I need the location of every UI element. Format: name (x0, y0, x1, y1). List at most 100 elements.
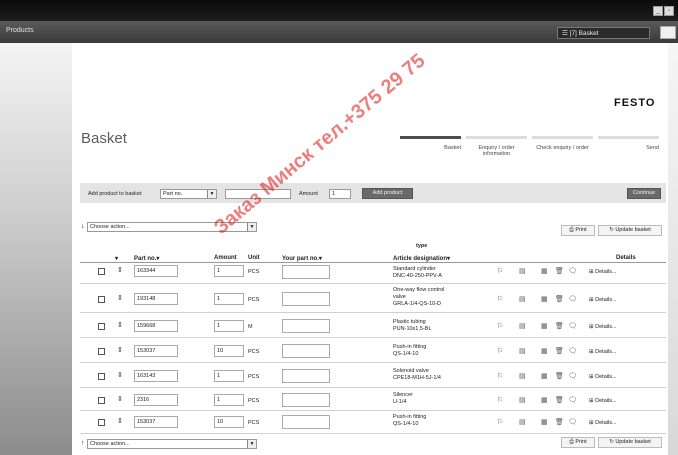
part-no-field[interactable]: 153037 (134, 345, 178, 357)
comment-icon[interactable]: 🗨 (568, 373, 577, 380)
nav-products[interactable]: Products (6, 27, 34, 34)
update-basket-button-top[interactable]: ↻ Update basket (598, 225, 662, 236)
row-checkbox[interactable] (98, 296, 105, 303)
your-part-no-field[interactable] (282, 319, 330, 333)
sort-arrow-icon[interactable]: ▾ (115, 255, 118, 262)
amount-field[interactable]: 1 (214, 320, 244, 332)
your-part-no-field[interactable] (282, 415, 330, 429)
documents-icon[interactable]: ▤ (519, 348, 526, 355)
cad-icon[interactable]: ▦ (541, 397, 548, 404)
your-part-no-field[interactable] (282, 344, 330, 358)
amount-field[interactable]: 10 (214, 345, 244, 357)
comment-icon[interactable]: 🗨 (568, 268, 577, 275)
part-number-input[interactable] (225, 189, 291, 199)
product-info-icon[interactable]: ⚐ (497, 397, 503, 404)
documents-icon[interactable]: ▤ (519, 323, 526, 330)
amount-field[interactable]: 1 (214, 293, 244, 305)
product-info-icon[interactable]: ⚐ (497, 373, 503, 380)
part-no-field[interactable]: 2316 (134, 394, 178, 406)
part-no-field[interactable]: 159668 (134, 320, 178, 332)
minimize-icon[interactable]: _ (653, 6, 663, 16)
documents-icon[interactable]: ▤ (519, 373, 526, 380)
cad-icon[interactable]: ▦ (541, 323, 548, 330)
row-checkbox[interactable] (98, 373, 105, 380)
details-link[interactable]: ⊞ Details... (589, 269, 617, 275)
update-basket-button-bottom[interactable]: ↻ Update basket (598, 437, 662, 448)
reorder-icon[interactable]: ⇕ (117, 295, 123, 302)
print-button-top[interactable]: ⎙ Print (561, 225, 595, 236)
basket-tab[interactable]: ☲ [7] Basket (557, 27, 650, 39)
product-info-icon[interactable]: ⚐ (497, 348, 503, 355)
row-checkbox[interactable] (98, 348, 105, 355)
delete-icon[interactable]: 🗑 (555, 296, 564, 303)
delete-icon[interactable]: 🗑 (555, 419, 564, 426)
reorder-icon[interactable]: ⇕ (117, 396, 123, 403)
part-no-field[interactable]: 163344 (134, 265, 178, 277)
header-type: type (416, 243, 428, 249)
delete-icon[interactable]: 🗑 (555, 373, 564, 380)
cad-icon[interactable]: ▦ (541, 268, 548, 275)
row-checkbox[interactable] (98, 323, 105, 330)
row-checkbox[interactable] (98, 268, 105, 275)
part-no-field[interactable]: 193148 (134, 293, 178, 305)
your-part-no-field[interactable] (282, 265, 330, 279)
product-info-icon[interactable]: ⚐ (497, 296, 503, 303)
reorder-icon[interactable]: ⇕ (117, 347, 123, 354)
amount-field[interactable]: 1 (214, 394, 244, 406)
cad-icon[interactable]: ▦ (541, 296, 548, 303)
details-link[interactable]: ⊞ Details... (589, 398, 617, 404)
amount-field[interactable]: 1 (214, 265, 244, 277)
your-part-no-field[interactable] (282, 292, 330, 306)
comment-icon[interactable]: 🗨 (568, 323, 577, 330)
details-link[interactable]: ⊞ Details... (589, 349, 617, 355)
nav-corner-button[interactable] (660, 26, 676, 39)
cad-icon[interactable]: ▦ (541, 419, 548, 426)
continue-button[interactable]: Continue (627, 188, 661, 199)
details-link[interactable]: ⊞ Details... (589, 297, 617, 303)
cad-icon[interactable]: ▦ (541, 373, 548, 380)
documents-icon[interactable]: ▤ (519, 419, 526, 426)
delete-icon[interactable]: 🗑 (555, 323, 564, 330)
row-checkbox[interactable] (98, 419, 105, 426)
details-link[interactable]: ⊞ Details... (589, 374, 617, 380)
comment-icon[interactable]: 🗨 (568, 348, 577, 355)
reorder-icon[interactable]: ⇕ (117, 372, 123, 379)
product-info-icon[interactable]: ⚐ (497, 419, 503, 426)
part-no-field[interactable]: 163143 (134, 370, 178, 382)
part-no-field[interactable]: 153037 (134, 416, 178, 428)
delete-icon[interactable]: 🗑 (555, 397, 564, 404)
comment-icon[interactable]: 🗨 (568, 296, 577, 303)
reorder-icon[interactable]: ⇕ (117, 267, 123, 274)
row-checkbox[interactable] (98, 397, 105, 404)
unit-cell: PCS (248, 374, 260, 380)
step-label: Check enquiry / order (536, 145, 589, 151)
details-link[interactable]: ⊞ Details... (589, 420, 617, 426)
restore-icon[interactable]: ▫ (664, 6, 674, 16)
print-button-bottom[interactable]: ⎙ Print (561, 437, 595, 448)
comment-icon[interactable]: 🗨 (568, 419, 577, 426)
product-info-icon[interactable]: ⚐ (497, 268, 503, 275)
header-your-part-no[interactable]: Your part no.▾ (282, 255, 322, 262)
product-info-icon[interactable]: ⚐ (497, 323, 503, 330)
documents-icon[interactable]: ▤ (519, 268, 526, 275)
header-article[interactable]: Article designation▾ (393, 255, 450, 262)
your-part-no-field[interactable] (282, 393, 330, 407)
your-part-no-field[interactable] (282, 369, 330, 383)
delete-icon[interactable]: 🗑 (555, 348, 564, 355)
search-by-select[interactable]: Part no. ▼ (160, 189, 217, 199)
cad-icon[interactable]: ▦ (541, 348, 548, 355)
amount-field[interactable]: 10 (214, 416, 244, 428)
choose-action-select-top[interactable]: Choose action... ▼ (87, 222, 257, 232)
documents-icon[interactable]: ▤ (519, 296, 526, 303)
add-product-button[interactable]: Add product (362, 188, 413, 199)
choose-action-select-bottom[interactable]: Choose action... ▼ (87, 439, 257, 449)
amount-input[interactable]: 1 (329, 189, 351, 199)
reorder-icon[interactable]: ⇕ (117, 418, 123, 425)
documents-icon[interactable]: ▤ (519, 397, 526, 404)
delete-icon[interactable]: 🗑 (555, 268, 564, 275)
comment-icon[interactable]: 🗨 (568, 397, 577, 404)
amount-field[interactable]: 1 (214, 370, 244, 382)
reorder-icon[interactable]: ⇕ (117, 322, 123, 329)
details-link[interactable]: ⊞ Details... (589, 324, 617, 330)
header-part-no[interactable]: Part no.▾ (134, 255, 159, 262)
